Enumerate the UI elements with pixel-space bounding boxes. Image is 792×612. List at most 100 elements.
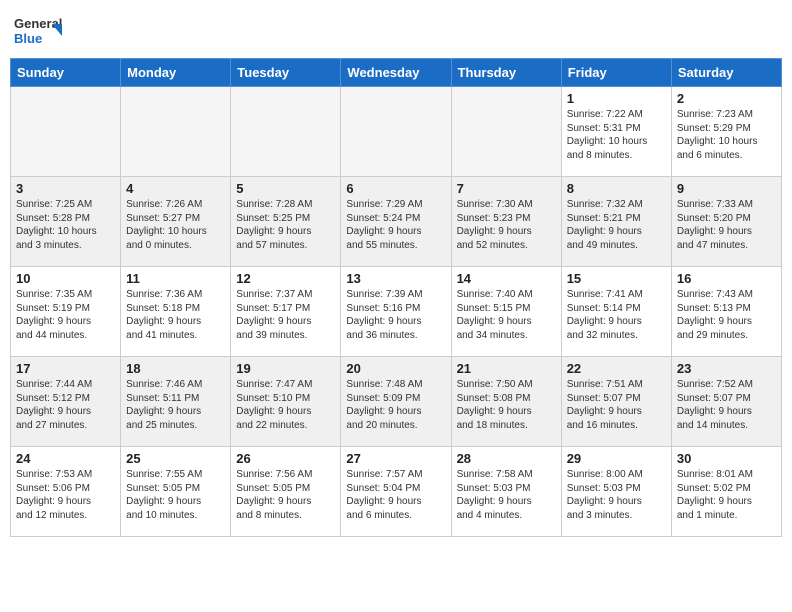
day-info: Sunrise: 7:47 AM Sunset: 5:10 PM Dayligh… — [236, 378, 335, 432]
weekday-header-saturday: Saturday — [671, 59, 781, 87]
day-number: 9 — [677, 181, 776, 196]
calendar-cell: 10 Sunrise: 7:35 AM Sunset: 5:19 PM Dayli… — [11, 267, 121, 357]
weekday-header-monday: Monday — [121, 59, 231, 87]
calendar-week-row: 17Sunrise: 7:44 AM Sunset: 5:12 PM Dayli… — [11, 357, 782, 447]
day-number: 18 — [126, 361, 225, 376]
calendar-cell: 7Sunrise: 7:30 AM Sunset: 5:23 PM Daylig… — [451, 177, 561, 267]
day-info: Sunrise: 8:00 AM Sunset: 5:03 PM Dayligh… — [567, 468, 666, 522]
day-number: 6 — [346, 181, 445, 196]
day-info: Sunrise: 7:33 AM Sunset: 5:20 PM Dayligh… — [677, 198, 776, 252]
day-number: 3 — [16, 181, 115, 196]
logo: GeneralBlue — [14, 10, 64, 50]
day-number: 1 — [567, 91, 666, 106]
calendar-cell: 1 Sunrise: 7:22 AM Sunset: 5:31 PM Daylig… — [561, 87, 671, 177]
calendar-cell: 9 Sunrise: 7:33 AM Sunset: 5:20 PM Daylig… — [671, 177, 781, 267]
day-info: Sunrise: 7:36 AM Sunset: 5:18 PM Dayligh… — [126, 288, 225, 342]
calendar-cell: 27 Sunrise: 7:57 AM Sunset: 5:04 PM Dayli… — [341, 447, 451, 537]
day-number: 12 — [236, 271, 335, 286]
calendar-cell: 12 Sunrise: 7:37 AM Sunset: 5:17 PM Dayli… — [231, 267, 341, 357]
day-info: Sunrise: 7:43 AM Sunset: 5:13 PM Dayligh… — [677, 288, 776, 342]
calendar-cell: 25 Sunrise: 7:55 AM Sunset: 5:05 PM Dayli… — [121, 447, 231, 537]
calendar-cell: 14 Sunrise: 7:40 AM Sunset: 5:15 PM Dayli… — [451, 267, 561, 357]
calendar-cell: 24 Sunrise: 7:53 AM Sunset: 5:06 PM Dayli… — [11, 447, 121, 537]
calendar-cell: 30 Sunrise: 8:01 AM Sunset: 5:02 PM Dayli… — [671, 447, 781, 537]
calendar-cell: 3 Sunrise: 7:25 AM Sunset: 5:28 PM Daylig… — [11, 177, 121, 267]
calendar-cell — [451, 87, 561, 177]
day-info: Sunrise: 7:23 AM Sunset: 5:29 PM Dayligh… — [677, 108, 776, 162]
calendar-header-row: SundayMondayTuesdayWednesdayThursdayFrid… — [11, 59, 782, 87]
day-info: Sunrise: 7:22 AM Sunset: 5:31 PM Dayligh… — [567, 108, 666, 162]
calendar-table: SundayMondayTuesdayWednesdayThursdayFrid… — [10, 58, 782, 537]
calendar-cell: 26 Sunrise: 7:56 AM Sunset: 5:05 PM Dayli… — [231, 447, 341, 537]
day-info: Sunrise: 7:29 AM Sunset: 5:24 PM Dayligh… — [346, 198, 445, 252]
calendar-cell: 15Sunrise: 7:41 AM Sunset: 5:14 PM Dayli… — [561, 267, 671, 357]
day-number: 29 — [567, 451, 666, 466]
calendar-cell: 21 Sunrise: 7:50 AM Sunset: 5:08 PM Dayli… — [451, 357, 561, 447]
day-number: 27 — [346, 451, 445, 466]
calendar-cell: 2 Sunrise: 7:23 AM Sunset: 5:29 PM Daylig… — [671, 87, 781, 177]
header: GeneralBlue — [10, 10, 782, 50]
day-number: 19 — [236, 361, 335, 376]
calendar-cell — [341, 87, 451, 177]
day-info: Sunrise: 8:01 AM Sunset: 5:02 PM Dayligh… — [677, 468, 776, 522]
day-number: 21 — [457, 361, 556, 376]
day-number: 17 — [16, 361, 115, 376]
day-number: 5 — [236, 181, 335, 196]
day-info: Sunrise: 7:39 AM Sunset: 5:16 PM Dayligh… — [346, 288, 445, 342]
day-info: Sunrise: 7:26 AM Sunset: 5:27 PM Dayligh… — [126, 198, 225, 252]
day-number: 7 — [457, 181, 556, 196]
day-info: Sunrise: 7:37 AM Sunset: 5:17 PM Dayligh… — [236, 288, 335, 342]
day-info: Sunrise: 7:52 AM Sunset: 5:07 PM Dayligh… — [677, 378, 776, 432]
calendar-week-row: 1 Sunrise: 7:22 AM Sunset: 5:31 PM Daylig… — [11, 87, 782, 177]
weekday-header-thursday: Thursday — [451, 59, 561, 87]
day-number: 14 — [457, 271, 556, 286]
day-number: 24 — [16, 451, 115, 466]
day-number: 23 — [677, 361, 776, 376]
day-number: 10 — [16, 271, 115, 286]
calendar-cell: 28 Sunrise: 7:58 AM Sunset: 5:03 PM Dayli… — [451, 447, 561, 537]
day-info: Sunrise: 7:25 AM Sunset: 5:28 PM Dayligh… — [16, 198, 115, 252]
logo-svg: GeneralBlue — [14, 10, 64, 50]
calendar-cell: 17Sunrise: 7:44 AM Sunset: 5:12 PM Dayli… — [11, 357, 121, 447]
day-info: Sunrise: 7:40 AM Sunset: 5:15 PM Dayligh… — [457, 288, 556, 342]
calendar-cell: 22Sunrise: 7:51 AM Sunset: 5:07 PM Dayli… — [561, 357, 671, 447]
day-number: 28 — [457, 451, 556, 466]
day-info: Sunrise: 7:32 AM Sunset: 5:21 PM Dayligh… — [567, 198, 666, 252]
day-info: Sunrise: 7:55 AM Sunset: 5:05 PM Dayligh… — [126, 468, 225, 522]
calendar-cell: 4 Sunrise: 7:26 AM Sunset: 5:27 PM Daylig… — [121, 177, 231, 267]
calendar-cell — [231, 87, 341, 177]
day-number: 8 — [567, 181, 666, 196]
day-number: 13 — [346, 271, 445, 286]
day-number: 30 — [677, 451, 776, 466]
day-number: 25 — [126, 451, 225, 466]
calendar-week-row: 10 Sunrise: 7:35 AM Sunset: 5:19 PM Dayli… — [11, 267, 782, 357]
day-info: Sunrise: 7:41 AM Sunset: 5:14 PM Dayligh… — [567, 288, 666, 342]
day-number: 2 — [677, 91, 776, 106]
day-number: 4 — [126, 181, 225, 196]
svg-text:General: General — [14, 16, 62, 31]
day-number: 26 — [236, 451, 335, 466]
day-number: 20 — [346, 361, 445, 376]
day-number: 11 — [126, 271, 225, 286]
day-info: Sunrise: 7:53 AM Sunset: 5:06 PM Dayligh… — [16, 468, 115, 522]
calendar-cell: 20 Sunrise: 7:48 AM Sunset: 5:09 PM Dayli… — [341, 357, 451, 447]
calendar-cell: 19 Sunrise: 7:47 AM Sunset: 5:10 PM Dayli… — [231, 357, 341, 447]
day-info: Sunrise: 7:35 AM Sunset: 5:19 PM Dayligh… — [16, 288, 115, 342]
calendar-cell: 23 Sunrise: 7:52 AM Sunset: 5:07 PM Dayli… — [671, 357, 781, 447]
day-info: Sunrise: 7:48 AM Sunset: 5:09 PM Dayligh… — [346, 378, 445, 432]
day-info: Sunrise: 7:56 AM Sunset: 5:05 PM Dayligh… — [236, 468, 335, 522]
calendar-cell: 6 Sunrise: 7:29 AM Sunset: 5:24 PM Daylig… — [341, 177, 451, 267]
weekday-header-friday: Friday — [561, 59, 671, 87]
calendar-cell: 11 Sunrise: 7:36 AM Sunset: 5:18 PM Dayli… — [121, 267, 231, 357]
day-info: Sunrise: 7:57 AM Sunset: 5:04 PM Dayligh… — [346, 468, 445, 522]
day-info: Sunrise: 7:51 AM Sunset: 5:07 PM Dayligh… — [567, 378, 666, 432]
calendar-cell: 5Sunrise: 7:28 AM Sunset: 5:25 PM Daylig… — [231, 177, 341, 267]
weekday-header-tuesday: Tuesday — [231, 59, 341, 87]
weekday-header-wednesday: Wednesday — [341, 59, 451, 87]
calendar-week-row: 3 Sunrise: 7:25 AM Sunset: 5:28 PM Daylig… — [11, 177, 782, 267]
calendar-cell: 13 Sunrise: 7:39 AM Sunset: 5:16 PM Dayli… — [341, 267, 451, 357]
day-number: 16 — [677, 271, 776, 286]
calendar-cell — [121, 87, 231, 177]
day-info: Sunrise: 7:58 AM Sunset: 5:03 PM Dayligh… — [457, 468, 556, 522]
day-info: Sunrise: 7:50 AM Sunset: 5:08 PM Dayligh… — [457, 378, 556, 432]
